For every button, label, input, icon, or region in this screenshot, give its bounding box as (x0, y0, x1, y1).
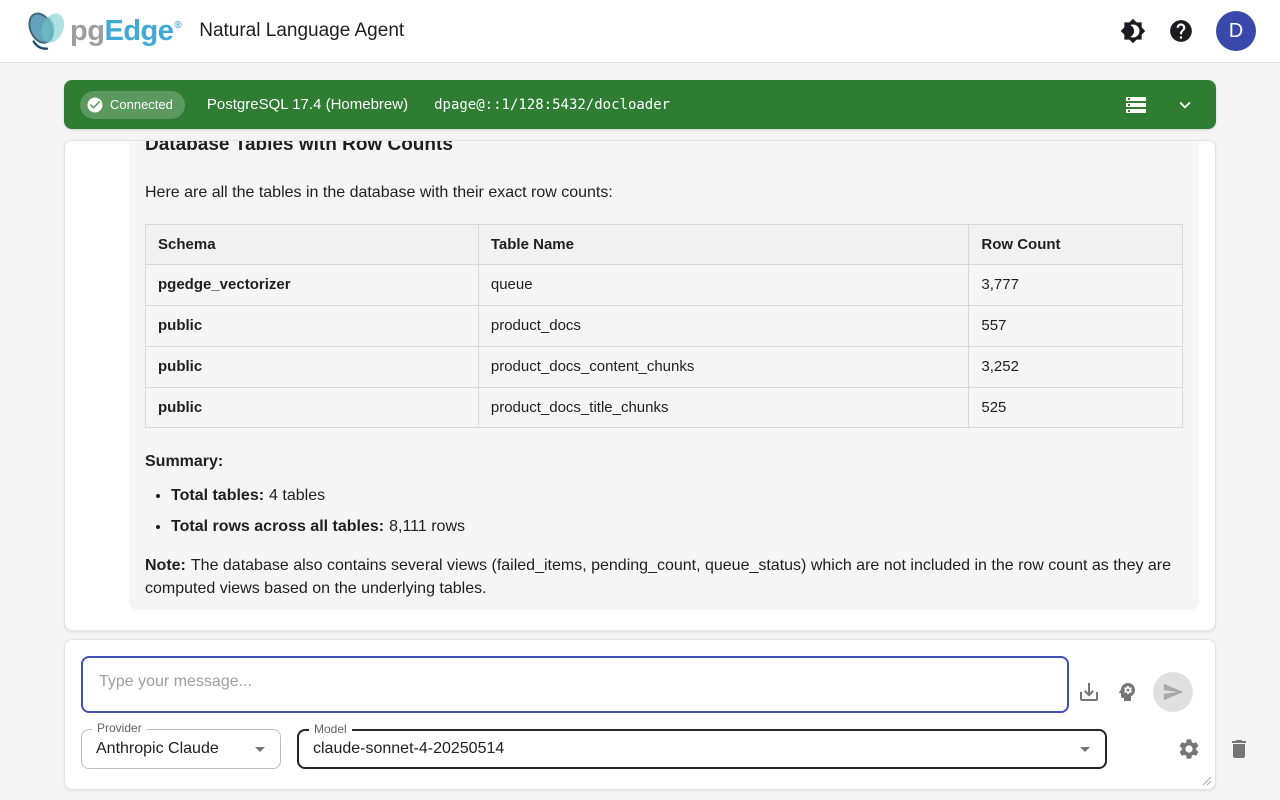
pgedge-logo-icon (24, 10, 70, 52)
cell-schema: public (146, 387, 479, 428)
pgedge-logo-text: pgEdge® (70, 15, 181, 48)
brightness-toggle-icon (1120, 18, 1146, 44)
send-icon (1162, 681, 1184, 703)
help-button[interactable] (1168, 18, 1194, 44)
server-version-label: PostgreSQL 17.4 (Homebrew) (207, 96, 408, 113)
user-avatar[interactable]: D (1216, 11, 1256, 51)
pgedge-logo: pgEdge® (24, 10, 181, 52)
table-row: pgedge_vectorizer queue 3,777 (146, 265, 1183, 306)
cell-table-name: product_docs_content_chunks (478, 346, 969, 387)
model-select[interactable]: Model claude-sonnet-4-20250514 (297, 729, 1107, 769)
message-heading: Database Tables with Row Counts (145, 140, 1183, 159)
column-header-table-name: Table Name (478, 224, 969, 265)
bullet-label: Total tables: (171, 487, 264, 504)
cell-schema: pgedge_vectorizer (146, 265, 479, 306)
dropdown-caret-icon (248, 737, 272, 761)
theme-toggle-button[interactable] (1120, 18, 1146, 44)
page-title: Natural Language Agent (199, 20, 404, 42)
cell-table-name: queue (478, 265, 969, 306)
cell-row-count: 557 (969, 306, 1183, 347)
gear-icon (1177, 737, 1201, 761)
check-circle-icon (86, 96, 104, 114)
cell-schema: public (146, 346, 479, 387)
settings-button[interactable] (1177, 737, 1201, 761)
db-tables-table: Schema Table Name Row Count pgedge_vecto… (145, 224, 1183, 429)
note-text: The database also contains several views… (145, 557, 1171, 597)
download-icon (1077, 680, 1101, 704)
provider-select[interactable]: Provider Anthropic Claude (81, 729, 281, 769)
column-header-row-count: Row Count (969, 224, 1183, 265)
chevron-down-icon (1174, 94, 1196, 116)
cell-row-count: 525 (969, 387, 1183, 428)
provider-select-label: Provider (92, 721, 147, 735)
bullet-value: 8,111 rows (389, 518, 465, 535)
list-item: Total rows across all tables: 8,111 rows (171, 515, 1183, 538)
connection-status-bar: Connected PostgreSQL 17.4 (Homebrew) dpa… (64, 80, 1216, 129)
connection-status-label: Connected (110, 97, 173, 112)
summary-heading: Summary: (145, 450, 1183, 473)
cell-table-name: product_docs_title_chunks (478, 387, 969, 428)
bullet-label: Total rows across all tables: (171, 518, 384, 535)
table-header-row: Schema Table Name Row Count (146, 224, 1183, 265)
chat-history-panel: Database Tables with Row Counts Here are… (64, 140, 1216, 631)
column-header-schema: Schema (146, 224, 479, 265)
send-button[interactable] (1153, 672, 1193, 712)
cell-row-count: 3,252 (969, 346, 1183, 387)
composer-panel: Provider Anthropic Claude Model claude-s… (64, 639, 1216, 790)
reasoning-toggle-button[interactable] (1115, 680, 1139, 704)
resize-handle[interactable] (1202, 776, 1212, 786)
bullet-value: 4 tables (269, 487, 325, 504)
note-paragraph: Note:The database also contains several … (145, 554, 1183, 600)
cell-table-name: product_docs (478, 306, 969, 347)
connection-collapse-button[interactable] (1174, 94, 1196, 116)
help-icon (1168, 18, 1194, 44)
assistant-message: Database Tables with Row Counts Here are… (129, 140, 1199, 610)
connection-string: dpage@::1/128:5432/docloader (434, 97, 670, 113)
connection-list-button[interactable] (1124, 93, 1148, 117)
message-intro: Here are all the tables in the database … (145, 181, 1183, 204)
provider-select-value: Anthropic Claude (82, 740, 248, 758)
message-input[interactable] (81, 656, 1069, 713)
psychology-icon (1115, 680, 1139, 704)
model-select-value: claude-sonnet-4-20250514 (299, 740, 1073, 758)
download-chat-button[interactable] (1077, 680, 1101, 704)
table-row: public product_docs 557 (146, 306, 1183, 347)
note-label: Note: (145, 557, 186, 574)
connection-status-badge: Connected (80, 91, 185, 119)
trash-icon (1227, 737, 1251, 761)
cell-row-count: 3,777 (969, 265, 1183, 306)
dropdown-caret-icon (1073, 737, 1097, 761)
model-select-label: Model (309, 722, 352, 736)
list-item: Total tables: 4 tables (171, 484, 1183, 507)
app-header: pgEdge® Natural Language Agent D (0, 0, 1280, 63)
storage-icon (1124, 93, 1148, 117)
table-row: public product_docs_content_chunks 3,252 (146, 346, 1183, 387)
table-row: public product_docs_title_chunks 525 (146, 387, 1183, 428)
summary-list: Total tables: 4 tables Total rows across … (153, 484, 1183, 538)
clear-chat-button[interactable] (1227, 737, 1251, 761)
cell-schema: public (146, 306, 479, 347)
